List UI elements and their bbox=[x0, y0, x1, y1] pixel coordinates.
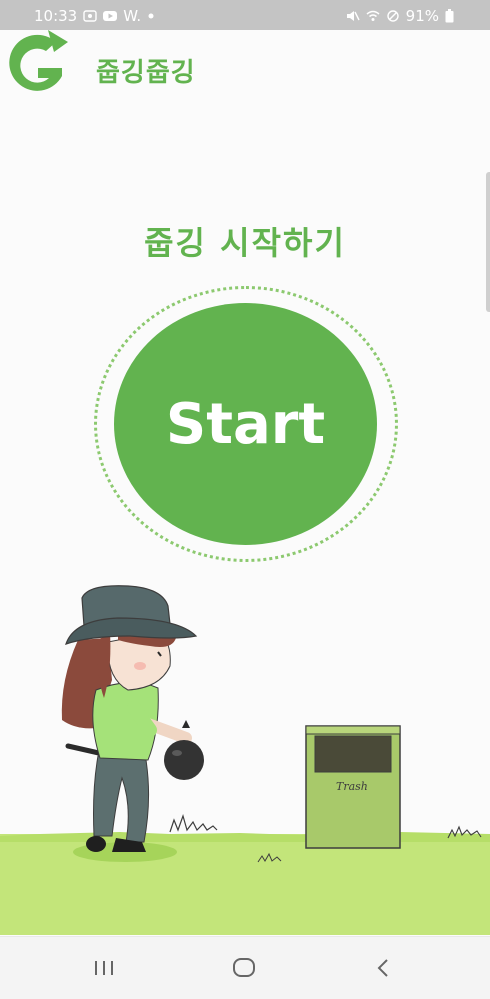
app-bar bbox=[0, 30, 490, 102]
trash-can-label: Trash bbox=[336, 780, 368, 793]
status-left: 10:33 W. bbox=[34, 7, 155, 25]
home-icon bbox=[233, 958, 255, 977]
start-plogging-heading: 줍깅 시작하기 bbox=[144, 224, 346, 262]
g-logo-icon[interactable] bbox=[4, 30, 68, 100]
status-battery-text: 91% bbox=[405, 7, 439, 25]
status-notification-text: W. bbox=[123, 7, 142, 25]
wifi-icon bbox=[366, 10, 380, 21]
screen-record-icon bbox=[83, 10, 97, 22]
grass-icon bbox=[0, 814, 490, 935]
dot-icon bbox=[148, 13, 154, 19]
girl-illustration bbox=[61, 585, 198, 852]
plogging-illustration: Trash bbox=[0, 585, 490, 935]
app-title: 줍깅줍깅 bbox=[96, 58, 196, 88]
start-button[interactable]: Start bbox=[114, 303, 377, 545]
status-right: 91% bbox=[346, 7, 454, 25]
recent-apps-button[interactable] bbox=[84, 951, 124, 985]
status-time: 10:33 bbox=[34, 7, 78, 25]
mute-icon bbox=[346, 11, 360, 21]
back-icon bbox=[377, 959, 388, 977]
back-button[interactable] bbox=[364, 951, 404, 985]
recent-apps-icon bbox=[95, 961, 113, 975]
battery-icon bbox=[445, 9, 454, 23]
trash-can-icon: Trash bbox=[305, 725, 401, 849]
home-button[interactable] bbox=[224, 951, 264, 985]
system-navigation-bar bbox=[0, 936, 490, 999]
status-bar: 10:33 W. 91% bbox=[0, 0, 490, 30]
do-not-disturb-icon bbox=[386, 10, 399, 22]
youtube-icon bbox=[103, 11, 118, 21]
